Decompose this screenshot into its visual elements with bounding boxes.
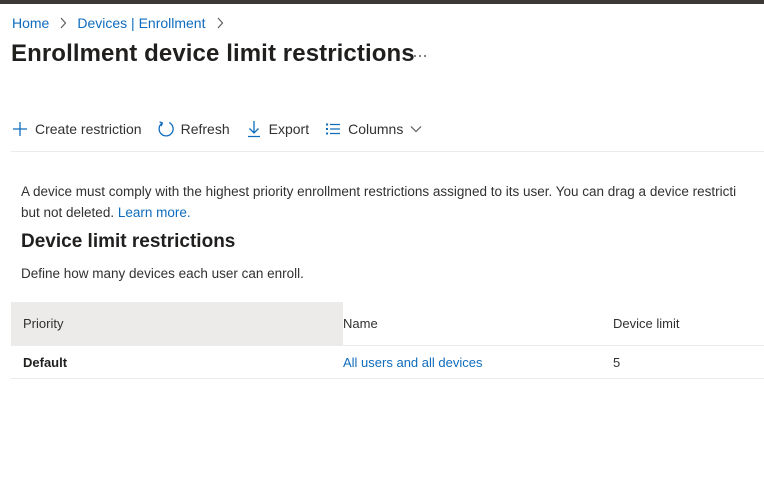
- section-title: Device limit restrictions: [21, 231, 236, 252]
- cell-priority: Default: [23, 354, 68, 370]
- create-restriction-label: Create restriction: [35, 121, 142, 137]
- chevron-right-icon: [55, 15, 71, 31]
- refresh-icon: [157, 120, 175, 138]
- column-header-name[interactable]: Name: [343, 302, 378, 345]
- toolbar-divider: [11, 151, 764, 152]
- refresh-button[interactable]: Refresh: [157, 120, 230, 138]
- list-icon: [324, 120, 342, 138]
- refresh-label: Refresh: [180, 121, 230, 137]
- top-bar: [0, 0, 764, 4]
- section-description: Define how many devices each user can en…: [21, 266, 304, 281]
- ellipsis-icon: [414, 55, 426, 57]
- info-description: A device must comply with the highest pr…: [21, 181, 764, 223]
- restrictions-table: Priority Name Device limit Default All u…: [11, 302, 764, 379]
- export-label: Export: [268, 121, 310, 137]
- chevron-down-icon: [410, 125, 422, 133]
- column-header-device-limit[interactable]: Device limit: [613, 302, 679, 345]
- info-line-2-text: but not deleted.: [21, 205, 115, 220]
- breadcrumb: Home Devices | Enrollment: [12, 15, 234, 31]
- plus-icon: [11, 120, 29, 138]
- download-icon: [245, 120, 263, 138]
- breadcrumb-devices-enrollment-link[interactable]: Devices | Enrollment: [77, 15, 205, 31]
- command-bar: Create restriction Refresh Export Column…: [11, 118, 437, 140]
- info-line-2: but not deleted. Learn more.: [21, 202, 764, 223]
- restriction-name-link[interactable]: All users and all devices: [343, 346, 482, 378]
- learn-more-link[interactable]: Learn more.: [118, 205, 191, 220]
- columns-button[interactable]: Columns: [324, 120, 422, 138]
- breadcrumb-home-link[interactable]: Home: [12, 15, 49, 31]
- table-header: Priority Name Device limit: [11, 302, 764, 346]
- info-line-1: A device must comply with the highest pr…: [21, 184, 737, 199]
- columns-label: Columns: [348, 121, 404, 137]
- column-header-priority[interactable]: Priority: [11, 302, 343, 345]
- export-button[interactable]: Export: [245, 120, 309, 138]
- create-restriction-button[interactable]: Create restriction: [11, 120, 142, 138]
- cell-device-limit: 5: [613, 354, 621, 370]
- table-row[interactable]: Default All users and all devices 5: [11, 346, 764, 379]
- more-options-button[interactable]: [410, 47, 430, 65]
- page-title: Enrollment device limit restrictions: [11, 40, 415, 67]
- chevron-right-icon: [212, 15, 228, 31]
